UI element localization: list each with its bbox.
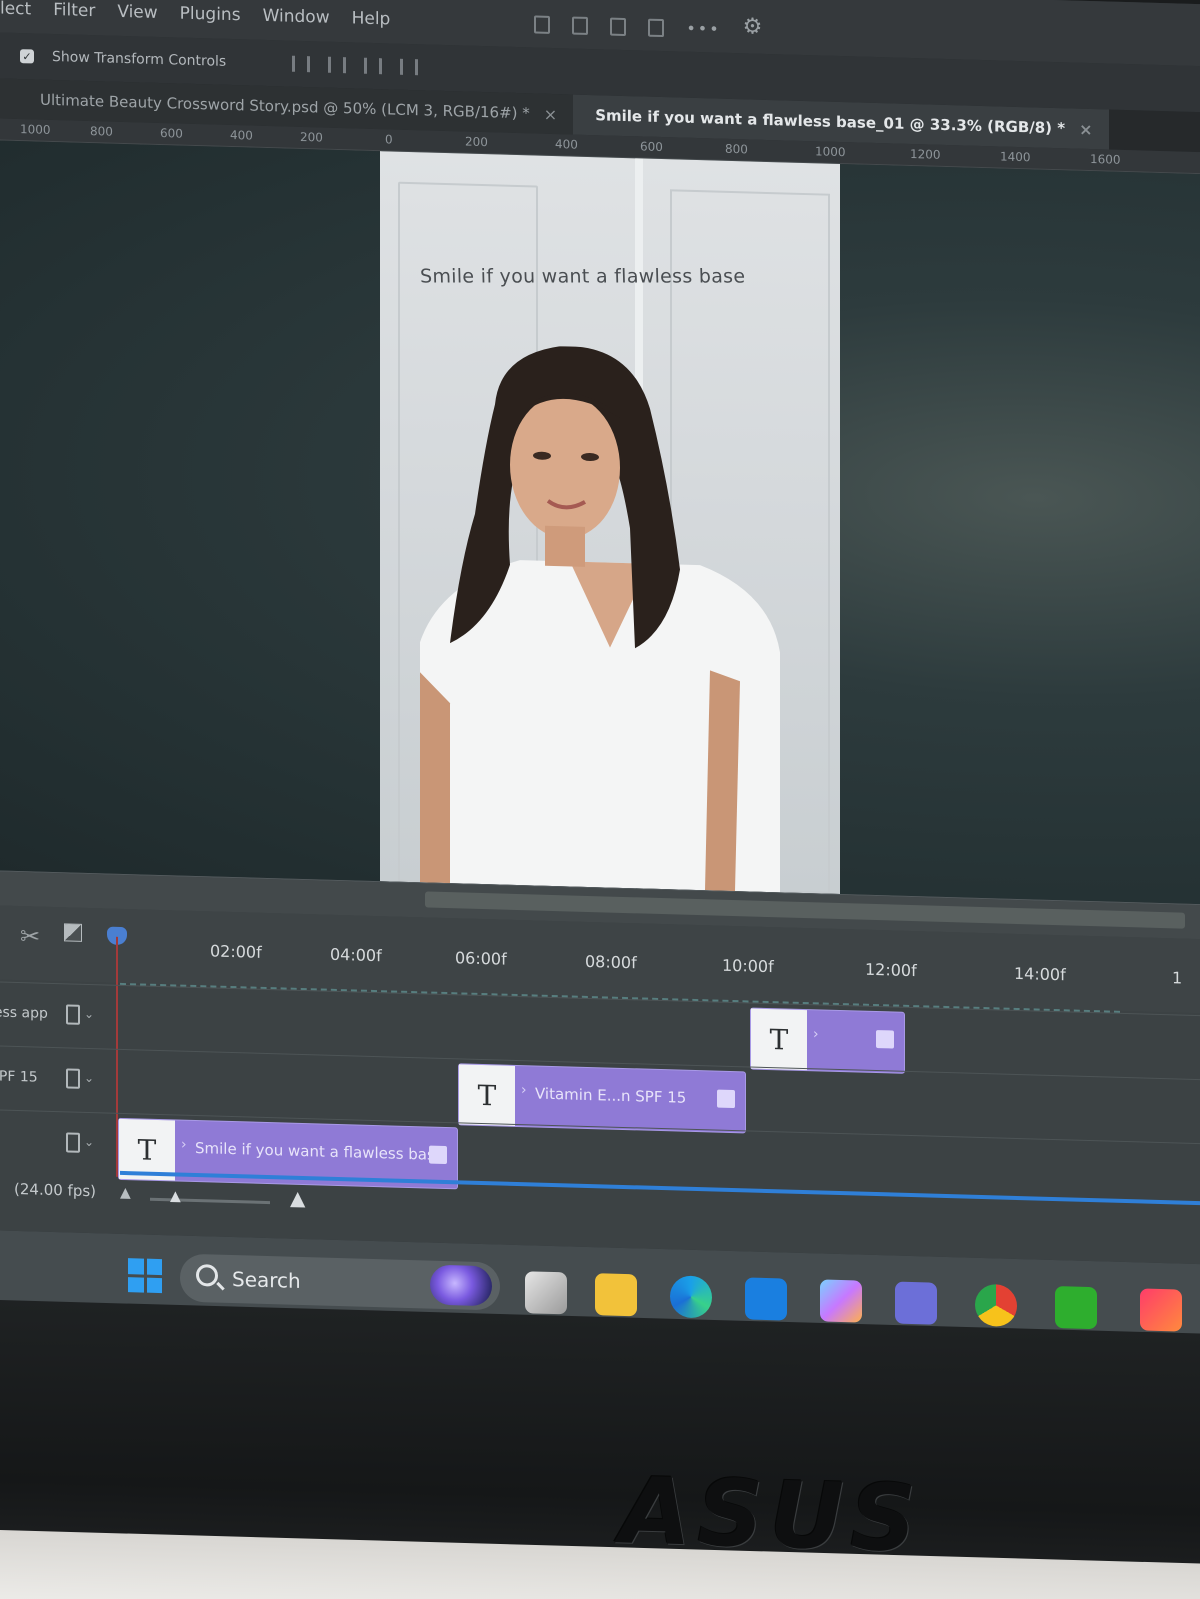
ruler-tick: 0 xyxy=(385,132,393,147)
monitor-screen: lect Filter View Plugins Window Help •••… xyxy=(0,0,1200,1365)
zoom-slider-thumb[interactable]: ▲ xyxy=(170,1188,181,1204)
chevron-down-icon[interactable]: ⌄ xyxy=(84,1007,94,1021)
ruler-tick: 1000 xyxy=(815,144,846,160)
zoom-in-icon[interactable]: ▲ xyxy=(290,1186,305,1210)
show-transform-label: Show Transform Controls xyxy=(52,49,227,70)
ruler-tick: 1400 xyxy=(1000,149,1031,165)
align-center-icon[interactable] xyxy=(328,56,347,74)
tab-label: Ultimate Beauty Crossword Story.psd @ 50… xyxy=(40,90,530,123)
canvas-workspace[interactable]: Smile if you want a flawless base xyxy=(0,140,1200,905)
align-left-icon[interactable] xyxy=(292,55,311,73)
show-transform-checkbox[interactable]: ✓ xyxy=(20,49,34,64)
chevron-down-icon[interactable]: ⌄ xyxy=(84,1071,94,1085)
windows-start-icon[interactable] xyxy=(128,1258,162,1294)
distribute-middle-icon[interactable] xyxy=(572,16,589,35)
clip-transition-icon[interactable] xyxy=(717,1089,735,1109)
teams-icon[interactable] xyxy=(895,1281,937,1325)
search-label: Search xyxy=(232,1267,301,1293)
gear-icon[interactable]: ⚙ xyxy=(743,14,763,40)
text-layer-icon: T xyxy=(751,1008,807,1071)
timeline-panel: ✂ 02:00f 04:00f 06:00f 08:00f 10:00f 12:… xyxy=(0,870,1200,1265)
headline-text-layer[interactable]: Smile if you want a flawless base xyxy=(420,266,800,288)
scissors-icon[interactable]: ✂ xyxy=(20,922,40,951)
close-icon[interactable]: × xyxy=(544,104,557,123)
outlook-icon[interactable] xyxy=(745,1277,787,1321)
taskbar-search[interactable]: Search xyxy=(180,1253,500,1311)
track-name: SPF 15 xyxy=(0,1068,38,1086)
text-layer-icon: T xyxy=(459,1064,515,1126)
track-name: less app xyxy=(0,1004,48,1022)
search-highlight-icon[interactable] xyxy=(430,1264,492,1307)
task-view-icon[interactable] xyxy=(525,1271,567,1315)
clip-transition-icon[interactable] xyxy=(429,1145,447,1165)
woman-portrait xyxy=(420,346,780,893)
tab-label: Smile if you want a flawless base_01 @ 3… xyxy=(595,106,1066,138)
time-tick: 12:00f xyxy=(865,959,917,981)
chevron-down-icon[interactable]: ⌄ xyxy=(84,1135,94,1149)
zoom-slider-track[interactable] xyxy=(150,1197,270,1205)
ruler-tick: 800 xyxy=(90,124,113,139)
ruler-tick: 200 xyxy=(300,129,323,145)
ruler-tick: 400 xyxy=(230,127,253,143)
ruler-tick: 1200 xyxy=(910,146,941,162)
transition-icon[interactable] xyxy=(64,923,83,942)
photo: lect Filter View Plugins Window Help •••… xyxy=(0,0,1200,1599)
chevron-right-icon[interactable]: › xyxy=(521,1082,527,1098)
distribute-top-icon[interactable] xyxy=(534,15,551,34)
time-tick: 14:00f xyxy=(1014,963,1066,985)
align-distribute-icon[interactable] xyxy=(400,58,419,76)
ruler-tick: 1600 xyxy=(1090,152,1121,167)
creative-cloud-icon[interactable] xyxy=(1140,1288,1182,1332)
ruler-tick: 1000 xyxy=(20,122,51,137)
ruler-tick: 200 xyxy=(465,134,488,150)
frame-rate-label: (24.00 fps) xyxy=(14,1179,97,1201)
clip-transition-icon[interactable] xyxy=(876,1030,894,1049)
distribute-bottom-icon[interactable] xyxy=(610,17,627,37)
menu-select[interactable]: lect xyxy=(0,0,31,19)
film-icon[interactable] xyxy=(66,1068,80,1089)
menu-filter[interactable]: Filter xyxy=(53,0,95,21)
menu-plugins[interactable]: Plugins xyxy=(180,4,241,26)
file-explorer-icon[interactable] xyxy=(595,1273,637,1317)
menu-window[interactable]: Window xyxy=(263,6,330,28)
distribute-spacing-icon[interactable] xyxy=(648,18,665,38)
film-icon[interactable] xyxy=(66,1132,80,1153)
time-tick: 04:00f xyxy=(330,944,382,966)
chevron-right-icon[interactable]: › xyxy=(813,1026,819,1042)
time-tick: 1 xyxy=(1172,968,1183,988)
time-tick: 10:00f xyxy=(722,955,774,977)
zoom-out-icon[interactable]: ▲ xyxy=(120,1185,131,1201)
ruler-tick: 600 xyxy=(640,139,663,155)
copilot-icon[interactable] xyxy=(820,1279,862,1323)
timeline-tools: ✂ xyxy=(20,922,83,952)
artboard[interactable]: Smile if you want a flawless base xyxy=(380,151,840,895)
more-options-icon[interactable]: ••• xyxy=(686,19,720,39)
clip-label: Vitamin E...n SPF 15 xyxy=(535,1084,687,1107)
search-icon xyxy=(196,1264,218,1287)
time-tick: 06:00f xyxy=(455,948,507,969)
close-icon[interactable]: × xyxy=(1079,119,1092,138)
time-tick: 02:00f xyxy=(210,941,262,962)
text-clip[interactable]: T › xyxy=(750,1007,905,1074)
chrome-icon[interactable] xyxy=(975,1283,1017,1327)
time-tick: 08:00f xyxy=(585,951,637,973)
chevron-right-icon[interactable]: › xyxy=(181,1137,187,1153)
ruler-tick: 600 xyxy=(160,126,183,141)
menu-help[interactable]: Help xyxy=(352,8,391,29)
align-right-icon[interactable] xyxy=(364,57,383,75)
ruler-tick: 400 xyxy=(555,137,578,152)
ruler-tick: 800 xyxy=(725,141,748,157)
clip-label: Smile if you want a flawless base xyxy=(195,1139,445,1164)
edge-icon[interactable] xyxy=(670,1275,712,1319)
film-icon[interactable] xyxy=(66,1004,80,1025)
menu-view[interactable]: View xyxy=(117,2,157,23)
xbox-icon[interactable] xyxy=(1055,1286,1097,1330)
